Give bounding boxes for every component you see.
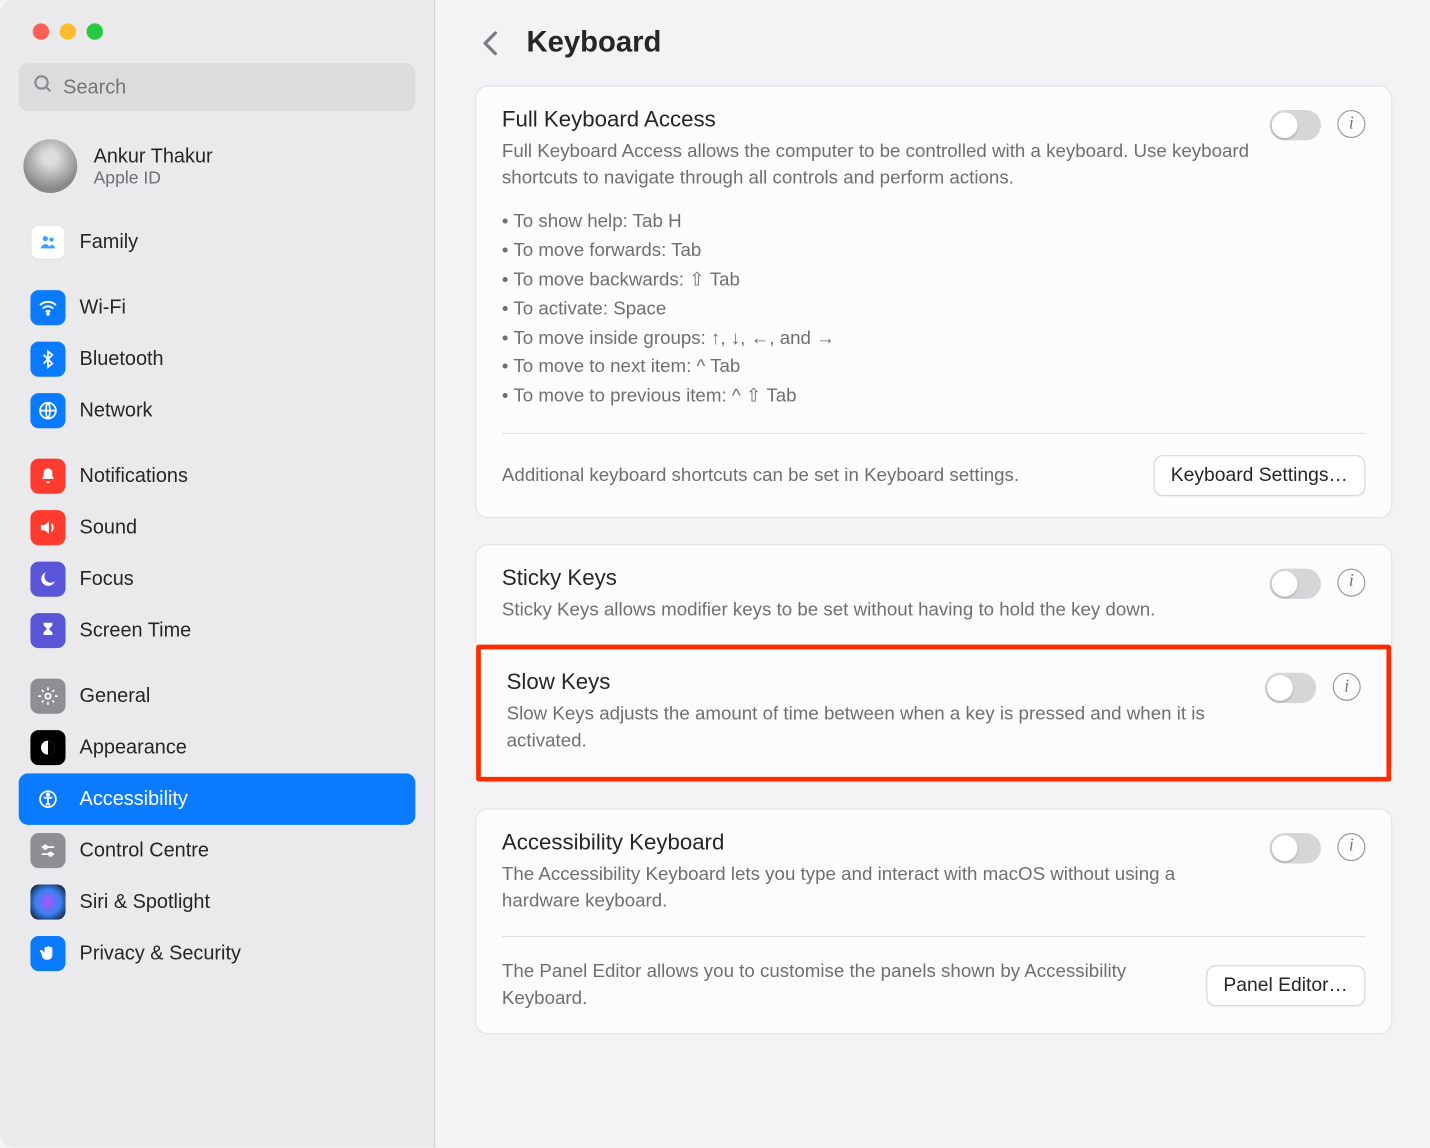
sidebar-item-label: Bluetooth	[80, 347, 164, 370]
siri-icon	[30, 885, 65, 920]
sidebar-item-label: Family	[80, 230, 139, 253]
sidebar-item-label: General	[80, 684, 151, 707]
full-keyboard-access-toggle[interactable]	[1269, 110, 1320, 140]
sidebar-item-label: Notifications	[80, 464, 188, 487]
globe-icon	[30, 393, 65, 428]
sidebar-item-family[interactable]: Family	[19, 216, 416, 267]
shortcut-item: To show help: Tab H	[502, 209, 1253, 238]
hourglass-icon	[30, 613, 65, 648]
sidebar-item-appearance[interactable]: Appearance	[19, 722, 416, 773]
setting-title: Sticky Keys	[502, 566, 1253, 592]
shortcut-item: To activate: Space	[502, 296, 1253, 325]
panel-full-keyboard-access: Full Keyboard Access Full Keyboard Acces…	[475, 85, 1392, 518]
back-button[interactable]	[475, 27, 505, 57]
search-input[interactable]	[63, 75, 401, 98]
footer-text: The Panel Editor allows you to customise…	[502, 958, 1187, 1012]
sidebar: Ankur Thakur Apple ID Family Wi-Fi	[0, 0, 435, 1148]
sidebar-item-label: Wi-Fi	[80, 296, 126, 319]
sidebar-item-bluetooth[interactable]: Bluetooth	[19, 333, 416, 384]
sidebar-item-control-centre[interactable]: Control Centre	[19, 825, 416, 876]
sidebar-item-screen-time[interactable]: Screen Time	[19, 605, 416, 656]
bluetooth-icon	[30, 342, 65, 377]
account-sub: Apple ID	[94, 168, 213, 188]
hand-icon	[30, 936, 65, 971]
sliders-icon	[30, 833, 65, 868]
sidebar-item-label: Accessibility	[80, 787, 188, 810]
setting-desc: Full Keyboard Access allows the computer…	[502, 138, 1253, 192]
speaker-icon	[30, 510, 65, 545]
wifi-icon	[30, 290, 65, 325]
window-controls	[19, 16, 416, 63]
shortcut-item: To move backwards: ⇧ Tab	[502, 267, 1253, 296]
page-title: Keyboard	[527, 26, 662, 60]
sidebar-item-notifications[interactable]: Notifications	[19, 450, 416, 501]
bell-icon	[30, 459, 65, 494]
sidebar-item-network[interactable]: Network	[19, 385, 416, 436]
sidebar-item-label: Siri & Spotlight	[80, 890, 210, 913]
accessibility-keyboard-toggle[interactable]	[1269, 832, 1320, 862]
sidebar-item-privacy[interactable]: Privacy & Security	[19, 928, 416, 979]
sticky-keys-toggle[interactable]	[1269, 569, 1320, 599]
family-icon	[30, 225, 65, 260]
sidebar-item-apple-id[interactable]: Ankur Thakur Apple ID	[19, 132, 416, 216]
shortcut-item: To move inside groups: ↑, ↓, ←, and →	[502, 325, 1253, 354]
shortcut-item: To move forwards: Tab	[502, 238, 1253, 267]
sidebar-item-focus[interactable]: Focus	[19, 553, 416, 604]
panel-keys: Sticky Keys Sticky Keys allows modifier …	[475, 544, 1392, 782]
close-window-button[interactable]	[33, 23, 49, 39]
panel-accessibility-keyboard: Accessibility Keyboard The Accessibility…	[475, 808, 1392, 1035]
zoom-window-button[interactable]	[87, 23, 103, 39]
footer-text: Additional keyboard shortcuts can be set…	[502, 462, 1135, 489]
shortcut-item: To move to next item: ^ Tab	[502, 354, 1253, 383]
setting-title: Accessibility Keyboard	[502, 830, 1253, 856]
setting-title: Full Keyboard Access	[502, 108, 1253, 134]
slow-keys-toggle[interactable]	[1265, 673, 1316, 703]
sidebar-item-siri[interactable]: Siri & Spotlight	[19, 876, 416, 927]
info-button[interactable]: i	[1333, 673, 1361, 701]
info-button[interactable]: i	[1337, 832, 1365, 860]
sidebar-item-accessibility[interactable]: Accessibility	[19, 773, 416, 824]
avatar	[23, 139, 77, 193]
sidebar-item-label: Screen Time	[80, 619, 192, 642]
shortcut-list: To show help: Tab H To move forwards: Ta…	[502, 209, 1253, 412]
sidebar-item-wifi[interactable]: Wi-Fi	[19, 282, 416, 333]
sidebar-item-label: Network	[80, 399, 153, 422]
sidebar-item-label: Control Centre	[80, 839, 209, 862]
sidebar-item-label: Sound	[80, 516, 138, 539]
header: Keyboard	[475, 26, 1392, 60]
sidebar-item-sound[interactable]: Sound	[19, 502, 416, 553]
moon-icon	[30, 562, 65, 597]
sidebar-item-label: Privacy & Security	[80, 942, 241, 965]
minimize-window-button[interactable]	[60, 23, 76, 39]
search-icon	[33, 74, 54, 101]
appearance-icon	[30, 730, 65, 765]
setting-desc: The Accessibility Keyboard lets you type…	[502, 861, 1253, 915]
gear-icon	[30, 679, 65, 714]
sidebar-item-label: Focus	[80, 567, 134, 590]
sidebar-item-general[interactable]: General	[19, 670, 416, 721]
account-name: Ankur Thakur	[94, 144, 213, 167]
keyboard-settings-button[interactable]: Keyboard Settings…	[1153, 455, 1365, 496]
main-content: Keyboard Full Keyboard Access Full Keybo…	[435, 0, 1430, 1148]
info-button[interactable]: i	[1337, 110, 1365, 138]
slow-keys-row-highlight: Slow Keys Slow Keys adjusts the amount o…	[476, 645, 1391, 781]
setting-title: Slow Keys	[507, 671, 1249, 697]
sidebar-item-label: Appearance	[80, 736, 187, 759]
search-field[interactable]	[19, 63, 416, 111]
setting-desc: Slow Keys adjusts the amount of time bet…	[507, 701, 1249, 755]
setting-desc: Sticky Keys allows modifier keys to be s…	[502, 597, 1253, 624]
shortcut-item: To move to previous item: ^ ⇧ Tab	[502, 383, 1253, 412]
panel-editor-button[interactable]: Panel Editor…	[1206, 965, 1366, 1006]
info-button[interactable]: i	[1337, 569, 1365, 597]
accessibility-icon	[30, 782, 65, 817]
